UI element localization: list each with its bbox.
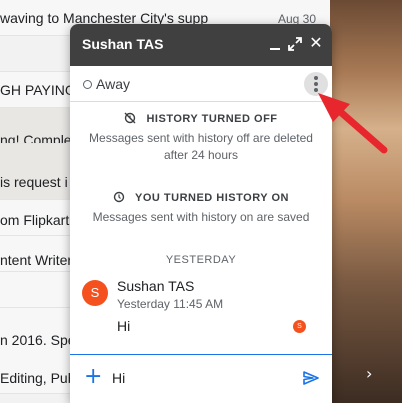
- status-label: Away: [96, 76, 130, 92]
- mail-row-snippet: n 2016. Spe: [0, 332, 76, 348]
- message-input[interactable]: [112, 367, 292, 389]
- mail-row-snippet: Editing, Pub: [0, 370, 76, 386]
- notice-body: Messages sent with history on are saved: [92, 210, 310, 224]
- minimize-icon[interactable]: [266, 34, 284, 54]
- chevron-right-icon[interactable]: ›: [366, 364, 372, 383]
- popout-icon[interactable]: [286, 34, 304, 54]
- close-icon[interactable]: ✕: [307, 33, 325, 53]
- chat-title: Sushan TAS: [82, 36, 164, 52]
- add-icon[interactable]: +: [84, 366, 102, 388]
- avatar[interactable]: S: [82, 280, 108, 306]
- notice-body: Messages sent with history off are delet…: [89, 131, 313, 162]
- history-notice: HISTORY TURNED OFF Messages sent with hi…: [70, 112, 332, 164]
- mail-row-snippet: ntent Writer: [0, 252, 73, 268]
- history-off-icon: [124, 112, 136, 124]
- more-options-icon[interactable]: [304, 72, 328, 96]
- mail-row-snippet: om Flipkart: [0, 212, 70, 228]
- notice-title: YOU TURNED HISTORY ON: [135, 192, 289, 204]
- away-status-icon: [83, 80, 92, 89]
- mail-row-snippet: is request i: [0, 174, 68, 190]
- send-icon[interactable]: [302, 369, 320, 387]
- message-timestamp: Yesterday 11:45 AM: [117, 297, 224, 311]
- history-notice: YOU TURNED HISTORY ON Messages sent with…: [70, 191, 332, 226]
- status-bar: Away: [70, 66, 332, 102]
- chat-header[interactable]: Sushan TAS ✕: [70, 24, 332, 66]
- message-sender: Sushan TAS: [117, 278, 195, 294]
- date-divider: YESTERDAY: [165, 254, 237, 266]
- message-text: Hi: [117, 318, 131, 334]
- mail-row-snippet: ng! Complet: [0, 132, 76, 144]
- history-on-icon: [113, 191, 125, 203]
- compose-bar: +: [70, 354, 332, 403]
- notice-title: HISTORY TURNED OFF: [146, 113, 278, 125]
- chat-window: Sushan TAS ✕ Away HISTORY TURNED OFF Mes…: [70, 24, 332, 403]
- read-receipt-avatar: S: [293, 320, 306, 333]
- background-wallpaper: [330, 0, 402, 403]
- mail-row-snippet: GH PAYING: [0, 82, 76, 98]
